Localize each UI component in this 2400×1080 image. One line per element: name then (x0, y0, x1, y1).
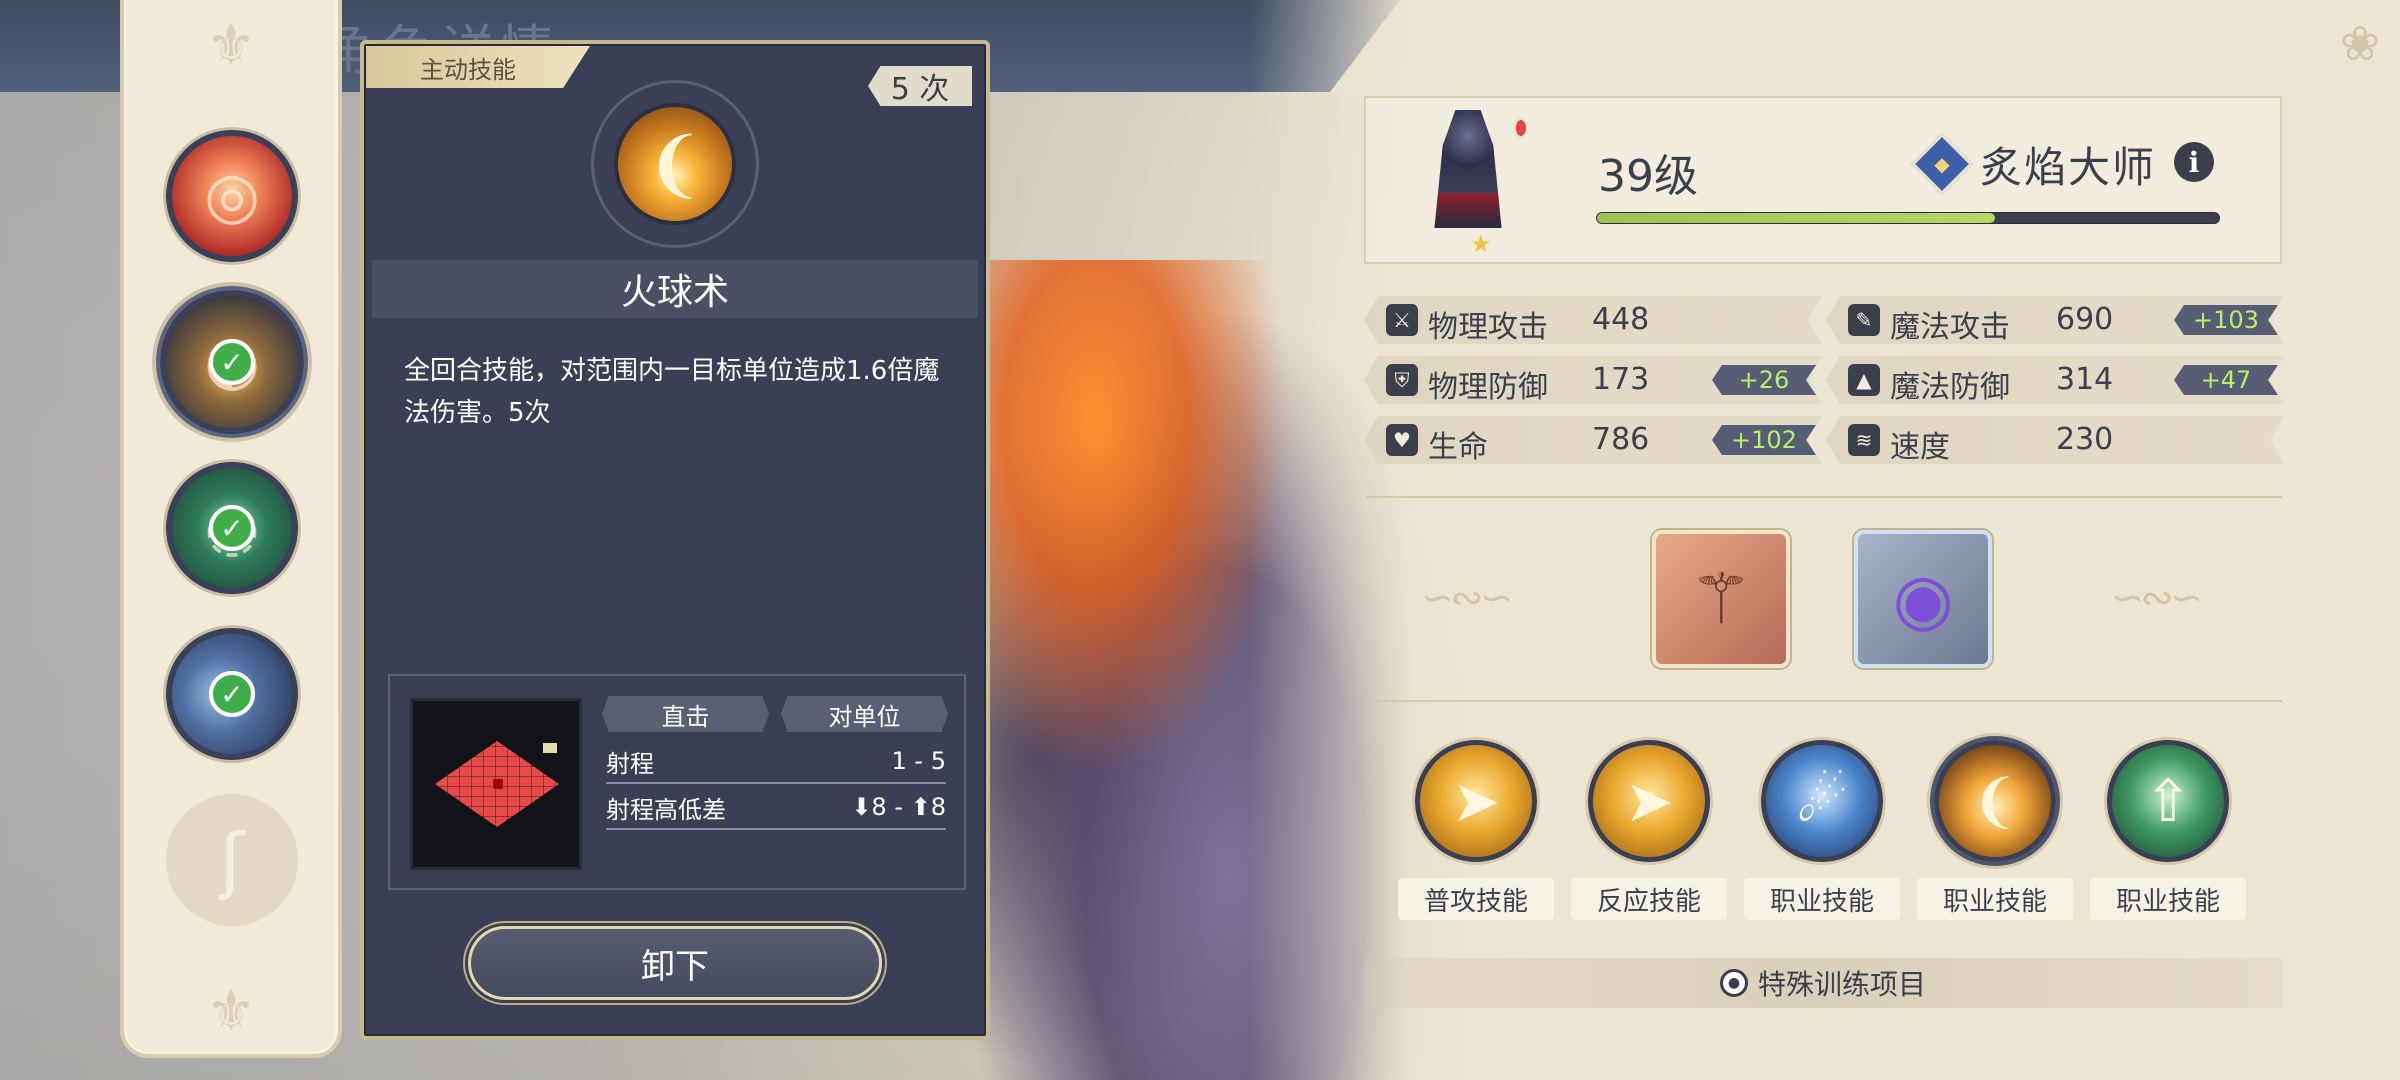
fleur-de-lis-icon: ⚜ (205, 13, 257, 78)
skill-uses-badge: 5 次 (868, 66, 972, 106)
stat-value: 448 (1592, 302, 1650, 337)
reaction-skill-button[interactable]: ➤ 反应技能 (1571, 740, 1727, 920)
section-divider (1366, 700, 2282, 702)
stat-physical-defense: ⛨ 物理防御 173 +26 (1364, 356, 1822, 404)
target-type-tag: 对单位 (781, 696, 948, 732)
section-divider (1366, 496, 2282, 498)
skill-slot-fireball[interactable]: ◐ ✓ (160, 290, 304, 434)
staff-outline-icon: ʃ (219, 818, 245, 902)
range-tags: 直击 对单位 (602, 696, 948, 732)
skill-slot-fire-vortex[interactable]: ◎ (166, 130, 298, 262)
wing-icon: ≋ (1848, 424, 1880, 456)
staff-orb-icon (1514, 118, 1528, 138)
fire-vortex-icon: ◎ (204, 159, 260, 233)
height-diff-row: 射程高低差 ⬇8 - ⬆8 (606, 786, 946, 830)
skill-slot-dash[interactable]: » ✓ (166, 628, 298, 760)
skill-caption: 职业技能 (2090, 878, 2246, 920)
exp-bar (1596, 212, 2220, 224)
check-icon: ✓ (209, 505, 255, 551)
special-training-button[interactable]: ● 特殊训练项目 (1364, 958, 2282, 1008)
height-diff-label: 射程高低差 (606, 795, 726, 824)
stat-label: 速度 (1890, 430, 1950, 465)
sword-icon: ⚔ (1386, 304, 1418, 336)
stat-value: 690 (2056, 302, 2114, 337)
orb-icon: ◉ (1892, 558, 1954, 640)
skill-type-tag: 主动技能 (366, 46, 590, 88)
range-info-box: 直击 对单位 射程 1 - 5 射程高低差 ⬇8 - ⬆8 (388, 674, 966, 890)
character-sprite[interactable] (1434, 110, 1502, 228)
range-value: 1 - 5 (891, 747, 946, 775)
stat-label: 物理防御 (1428, 370, 1548, 405)
skill-description: 全回合技能，对范围内一目标单位造成1.6倍魔法伤害。5次 (404, 356, 940, 428)
stat-physical-attack: ⚔ 物理攻击 448 (1364, 296, 1822, 344)
skill-slot-column: ⚜ ◎ ◐ ✓ ◌ ✓ » ✓ ʃ ⚜ (120, 0, 342, 1058)
stat-value: 173 (1592, 362, 1650, 397)
attack-type-tag: 直击 (602, 696, 769, 732)
corner-ornament-icon: ❀ (2339, 16, 2381, 72)
double-arrow-icon: ➤ (1415, 740, 1537, 862)
stat-hp: ♥ 生命 786 +102 (1364, 416, 1822, 464)
shield-icon: ⛨ (1386, 364, 1418, 396)
basic-attack-skill-button[interactable]: ➤ 普攻技能 (1398, 740, 1554, 920)
stat-bonus: +47 (2174, 365, 2278, 395)
stat-label: 魔法防御 (1890, 370, 2010, 405)
class-skill-button-fireball[interactable]: ❨ 职业技能 (1917, 740, 2073, 920)
check-icon: ✓ (209, 671, 255, 717)
class-emblem-icon (1910, 132, 1974, 196)
fireball-icon: ❨ (614, 103, 736, 225)
fireball-icon: ❨ (1934, 740, 2056, 862)
range-map (410, 698, 582, 870)
stat-label: 物理攻击 (1428, 310, 1548, 345)
equipment-slot-accessory[interactable]: ◉ (1854, 530, 1992, 668)
staff-icon: ⚚ (1689, 558, 1753, 640)
skill-caption: 反应技能 (1571, 878, 1727, 920)
skill-name: 火球术 (372, 260, 978, 318)
skill-caption: 职业技能 (1917, 878, 2073, 920)
special-training-label: 特殊训练项目 (1757, 968, 1926, 1001)
star-icon: ★ (1470, 230, 1492, 258)
skill-caption: 职业技能 (1744, 878, 1900, 920)
stat-bonus: +26 (1712, 365, 1816, 395)
range-label: 射程 (606, 749, 654, 778)
class-skill-button-dash[interactable]: ☄ 职业技能 (1744, 740, 1900, 920)
skill-slot-empty[interactable]: ʃ (166, 794, 298, 926)
class-skill-button-upgrade[interactable]: ⇧ 职业技能 (2090, 740, 2246, 920)
unequip-button[interactable]: 卸下 (468, 926, 882, 1000)
stat-label: 魔法攻击 (1890, 310, 2010, 345)
search-icon: ● (1719, 969, 1748, 997)
double-arrow-icon: ➤ (1588, 740, 1710, 862)
range-target-tile (493, 779, 503, 789)
character-card: ★ 39级 炙焰大师 i (1364, 96, 2282, 264)
stat-magic-attack: ✎ 魔法攻击 690 +103 (1826, 296, 2284, 344)
exp-bar-fill (1597, 213, 1996, 223)
range-row: 射程 1 - 5 (606, 740, 946, 784)
stat-speed: ≋ 速度 230 (1826, 416, 2284, 464)
stat-magic-defense: ▲ 魔法防御 314 +47 (1826, 356, 2284, 404)
wizard-hat-icon: ▲ (1848, 364, 1880, 396)
stat-bonus: +103 (2174, 305, 2278, 335)
stat-value: 786 (1592, 422, 1650, 457)
stat-value: 314 (2056, 362, 2114, 397)
caster-tile (543, 743, 557, 753)
skill-caption: 普攻技能 (1398, 878, 1554, 920)
up-arrow-icon: ⇧ (2107, 740, 2229, 862)
scroll-ornament-icon: ∽∾∽ (1420, 575, 1514, 621)
stat-value: 230 (2056, 422, 2114, 457)
fleur-de-lis-icon: ⚜ (205, 979, 257, 1044)
skill-slot-green-wind[interactable]: ◌ ✓ (166, 462, 298, 594)
check-icon: ✓ (209, 339, 255, 385)
info-icon[interactable]: i (2174, 142, 2214, 182)
character-level: 39级 (1598, 151, 1698, 202)
scroll-ornament-icon: ∽∾∽ (2110, 575, 2204, 621)
equipment-slot-weapon[interactable]: ⚚ (1652, 530, 1790, 668)
stat-bonus: +102 (1712, 425, 1816, 455)
running-icon: ☄ (1761, 740, 1883, 862)
stat-label: 生命 (1428, 430, 1488, 465)
heart-icon: ♥ (1386, 424, 1418, 456)
wand-icon: ✎ (1848, 304, 1880, 336)
skill-emblem: ❨ (591, 80, 759, 248)
class-name: 炙焰大师 (1980, 143, 2157, 192)
skill-detail-panel: 主动技能 5 次 ❨ 火球术 全回合技能，对范围内一目标单位造成1.6倍魔法伤害… (360, 40, 990, 1040)
height-diff-value: ⬇8 - ⬆8 (851, 793, 946, 821)
